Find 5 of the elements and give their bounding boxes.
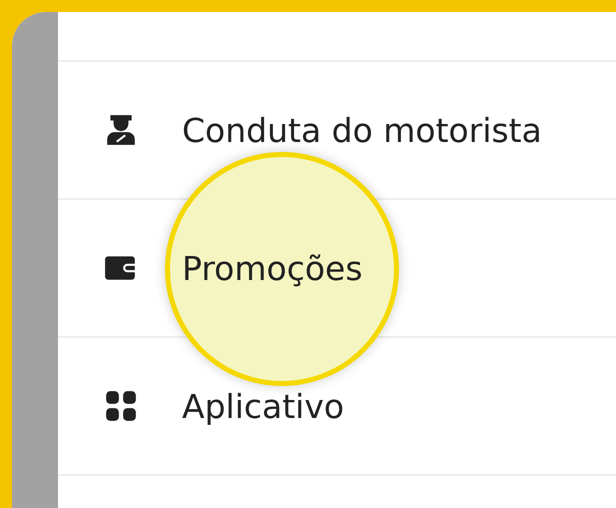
grid-icon [104,389,138,423]
menu-item[interactable]: Aplicativo [58,338,616,476]
menu-item[interactable]: Promoções [58,200,616,338]
menu-item[interactable]: Conduta do motorista [58,62,616,200]
driver-icon [104,113,138,147]
